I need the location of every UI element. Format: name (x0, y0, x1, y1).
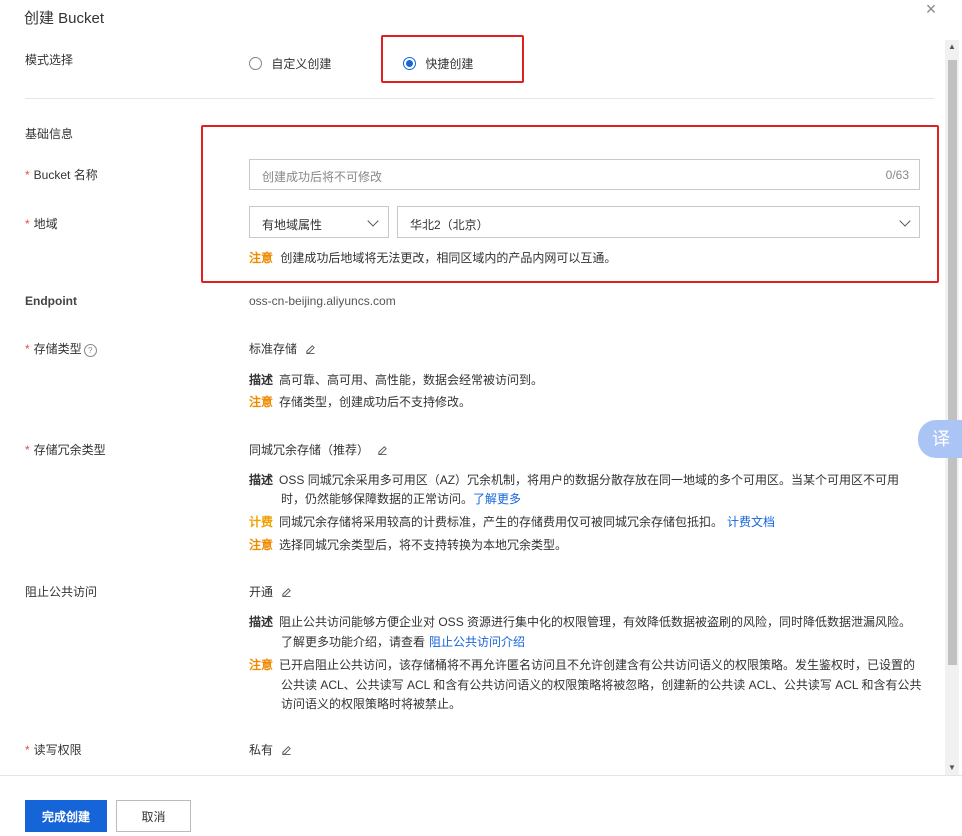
bucket-name-placeholder: 创建成功后将不可修改 (262, 170, 383, 184)
redundancy-warn: 注意 选择同城冗余类型后，将不支持转换为本地冗余类型。 (249, 538, 568, 552)
radio-unchecked-icon[interactable] (249, 57, 262, 70)
close-icon[interactable]: × (922, 0, 940, 18)
bucket-name-label: * Bucket 名称 (25, 168, 98, 182)
block-public-desc-2: 了解更多功能介绍，请查看 阻止公共访问介绍 (281, 635, 526, 649)
block-public-link[interactable]: 阻止公共访问介绍 (429, 635, 525, 649)
redundancy-desc: 描述 OSS 同城冗余采用多可用区（AZ）冗余机制，将用户的数据分散存放在同一地域… (249, 473, 900, 487)
region-attr-select[interactable]: 有地域属性 (249, 206, 389, 238)
learn-more-link[interactable]: 了解更多 (473, 492, 521, 506)
edit-icon[interactable] (377, 444, 388, 455)
acl-value: 私有 (249, 741, 292, 758)
endpoint-label: Endpoint (25, 294, 77, 308)
redundancy-value: 同城冗余存储（推荐） (249, 441, 388, 458)
chevron-down-icon (367, 215, 379, 227)
chevron-down-icon (899, 215, 911, 227)
radio-checked-icon[interactable] (403, 57, 416, 70)
redundancy-fee: 计费 同城冗余存储将采用较高的计费标准，产生的存储费用仅可被同城冗余存储包抵扣。计… (249, 515, 776, 529)
mode-option-custom-label: 自定义创建 (271, 57, 332, 71)
storage-class-label: * 存储类型? (25, 340, 97, 357)
block-public-warn-3: 访问语义的权限策略时将被禁止。 (281, 697, 462, 711)
region-value: 华北2（北京） (410, 218, 489, 232)
region-note: 注意 创建成功后地域将无法更改，相同区域内的产品内网可以互通。 (249, 249, 616, 266)
mode-option-quick-label: 快捷创建 (425, 57, 474, 71)
bucket-name-input[interactable]: 创建成功后将不可修改 0/63 (249, 159, 920, 190)
edit-icon[interactable] (281, 744, 292, 755)
mode-option-quick[interactable]: 快捷创建 (403, 55, 473, 72)
region-select[interactable]: 华北2（北京） (397, 206, 920, 238)
fee-doc-link[interactable]: 计费文档 (727, 515, 775, 529)
confirm-create-button[interactable]: 完成创建 (25, 800, 107, 832)
block-public-warn-2: 公共读 ACL、公共读写 ACL 和含有公共访问语义的权限策略将被忽略，创建新的… (281, 678, 922, 692)
edit-icon[interactable] (305, 343, 316, 354)
block-public-value: 开通 (249, 583, 292, 600)
scrollbar-thumb[interactable] (948, 60, 957, 665)
dialog-title: 创建 Bucket (24, 10, 105, 27)
endpoint-value: oss-cn-beijing.aliyuncs.com (249, 294, 396, 308)
scroll-down-icon[interactable]: ▼ (945, 761, 959, 775)
storage-class-warn: 注意 存储类型，创建成功后不支持修改。 (249, 395, 472, 409)
basic-section-title: 基础信息 (25, 127, 74, 141)
translate-button[interactable]: 译 (918, 420, 962, 458)
redundancy-label: * 存储冗余类型 (25, 443, 106, 457)
region-note-text: 创建成功后地域将无法更改，相同区域内的产品内网可以互通。 (280, 251, 617, 265)
block-public-warn: 注意 已开启阻止公共访问，该存储桶将不再允许匿名访问且不允许创建含有公共访问语义的… (249, 658, 916, 672)
divider (25, 98, 934, 99)
help-icon[interactable]: ? (83, 344, 97, 357)
storage-class-desc: 描述 高可靠、高可用、高性能，数据会经常被访问到。 (249, 373, 544, 387)
block-public-label: 阻止公共访问 (25, 585, 98, 599)
scroll-up-icon[interactable]: ▲ (945, 40, 959, 54)
acl-label: * 读写权限 (25, 743, 82, 757)
cancel-button[interactable]: 取消 (116, 800, 191, 832)
block-public-desc: 描述 阻止公共访问能够方便企业对 OSS 资源进行集中化的权限管理，有效降低数据被… (249, 615, 912, 629)
region-attr-value: 有地域属性 (262, 218, 323, 232)
mode-label: 模式选择 (25, 53, 74, 67)
bucket-name-counter: 0/63 (885, 168, 909, 182)
note-tag: 注意 (249, 251, 274, 265)
edit-icon[interactable] (281, 586, 292, 597)
scrollbar[interactable]: ▲ ▼ (945, 40, 959, 775)
mode-option-custom[interactable]: 自定义创建 (249, 55, 331, 72)
storage-class-value: 标准存储 (249, 340, 316, 357)
region-label: * 地域 (25, 217, 58, 231)
redundancy-desc-2: 时，仍然能够保障数据的正常访问。了解更多 (281, 492, 522, 506)
